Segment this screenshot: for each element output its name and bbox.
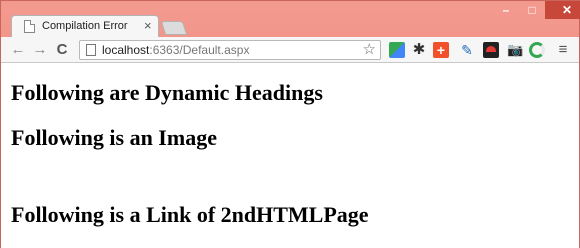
back-icon[interactable]: ← <box>9 41 27 59</box>
page-icon <box>24 20 35 33</box>
close-window-button[interactable]: ✕ <box>545 1 580 19</box>
extension-camera-icon[interactable]: 📷 <box>507 42 523 58</box>
tab-compilation-error[interactable]: Compilation Error × <box>11 15 159 37</box>
extension-red-icon[interactable] <box>483 42 499 58</box>
extension-plus-icon[interactable]: + <box>433 42 449 58</box>
tab-title: Compilation Error <box>42 20 128 32</box>
heading-dynamic: Following are Dynamic Headings <box>11 80 323 105</box>
browser-window: Compilation Error × – □ ✕ ← → C localhos… <box>0 0 580 248</box>
bookmark-star-icon[interactable]: ☆ <box>363 41 376 59</box>
url-host: localhost <box>102 43 150 57</box>
url-path: :6363/Default.aspx <box>149 43 250 57</box>
extension-1-icon[interactable] <box>389 42 405 58</box>
close-icon[interactable]: × <box>144 18 152 34</box>
maximize-button[interactable]: □ <box>519 1 545 19</box>
menu-icon[interactable]: ≡ <box>554 41 572 59</box>
browser-toolbar: ← → C localhost:6363/Default.aspx ☆ ✱ + … <box>1 37 579 63</box>
new-tab-button[interactable] <box>160 21 188 35</box>
extension-sync-icon[interactable] <box>529 42 545 58</box>
page-content: Following are Dynamic Headings Following… <box>1 63 579 248</box>
page-icon <box>86 44 96 56</box>
address-bar[interactable]: localhost:6363/Default.aspx ☆ <box>79 40 381 60</box>
forward-icon[interactable]: → <box>31 41 49 59</box>
heading-image: Following is an Image <box>11 125 217 150</box>
minimize-button[interactable]: – <box>493 1 519 19</box>
extension-gear-icon[interactable]: ✱ <box>411 42 427 58</box>
heading-link: Following is a Link of 2ndHTMLPage <box>11 202 369 227</box>
window-controls: – □ ✕ <box>493 1 580 21</box>
extension-eyedropper-icon[interactable]: ✎ <box>459 42 475 58</box>
url-text: localhost:6363/Default.aspx <box>102 43 249 57</box>
reload-icon[interactable]: C <box>53 41 71 59</box>
tab-strip: Compilation Error × – □ ✕ <box>1 1 580 37</box>
